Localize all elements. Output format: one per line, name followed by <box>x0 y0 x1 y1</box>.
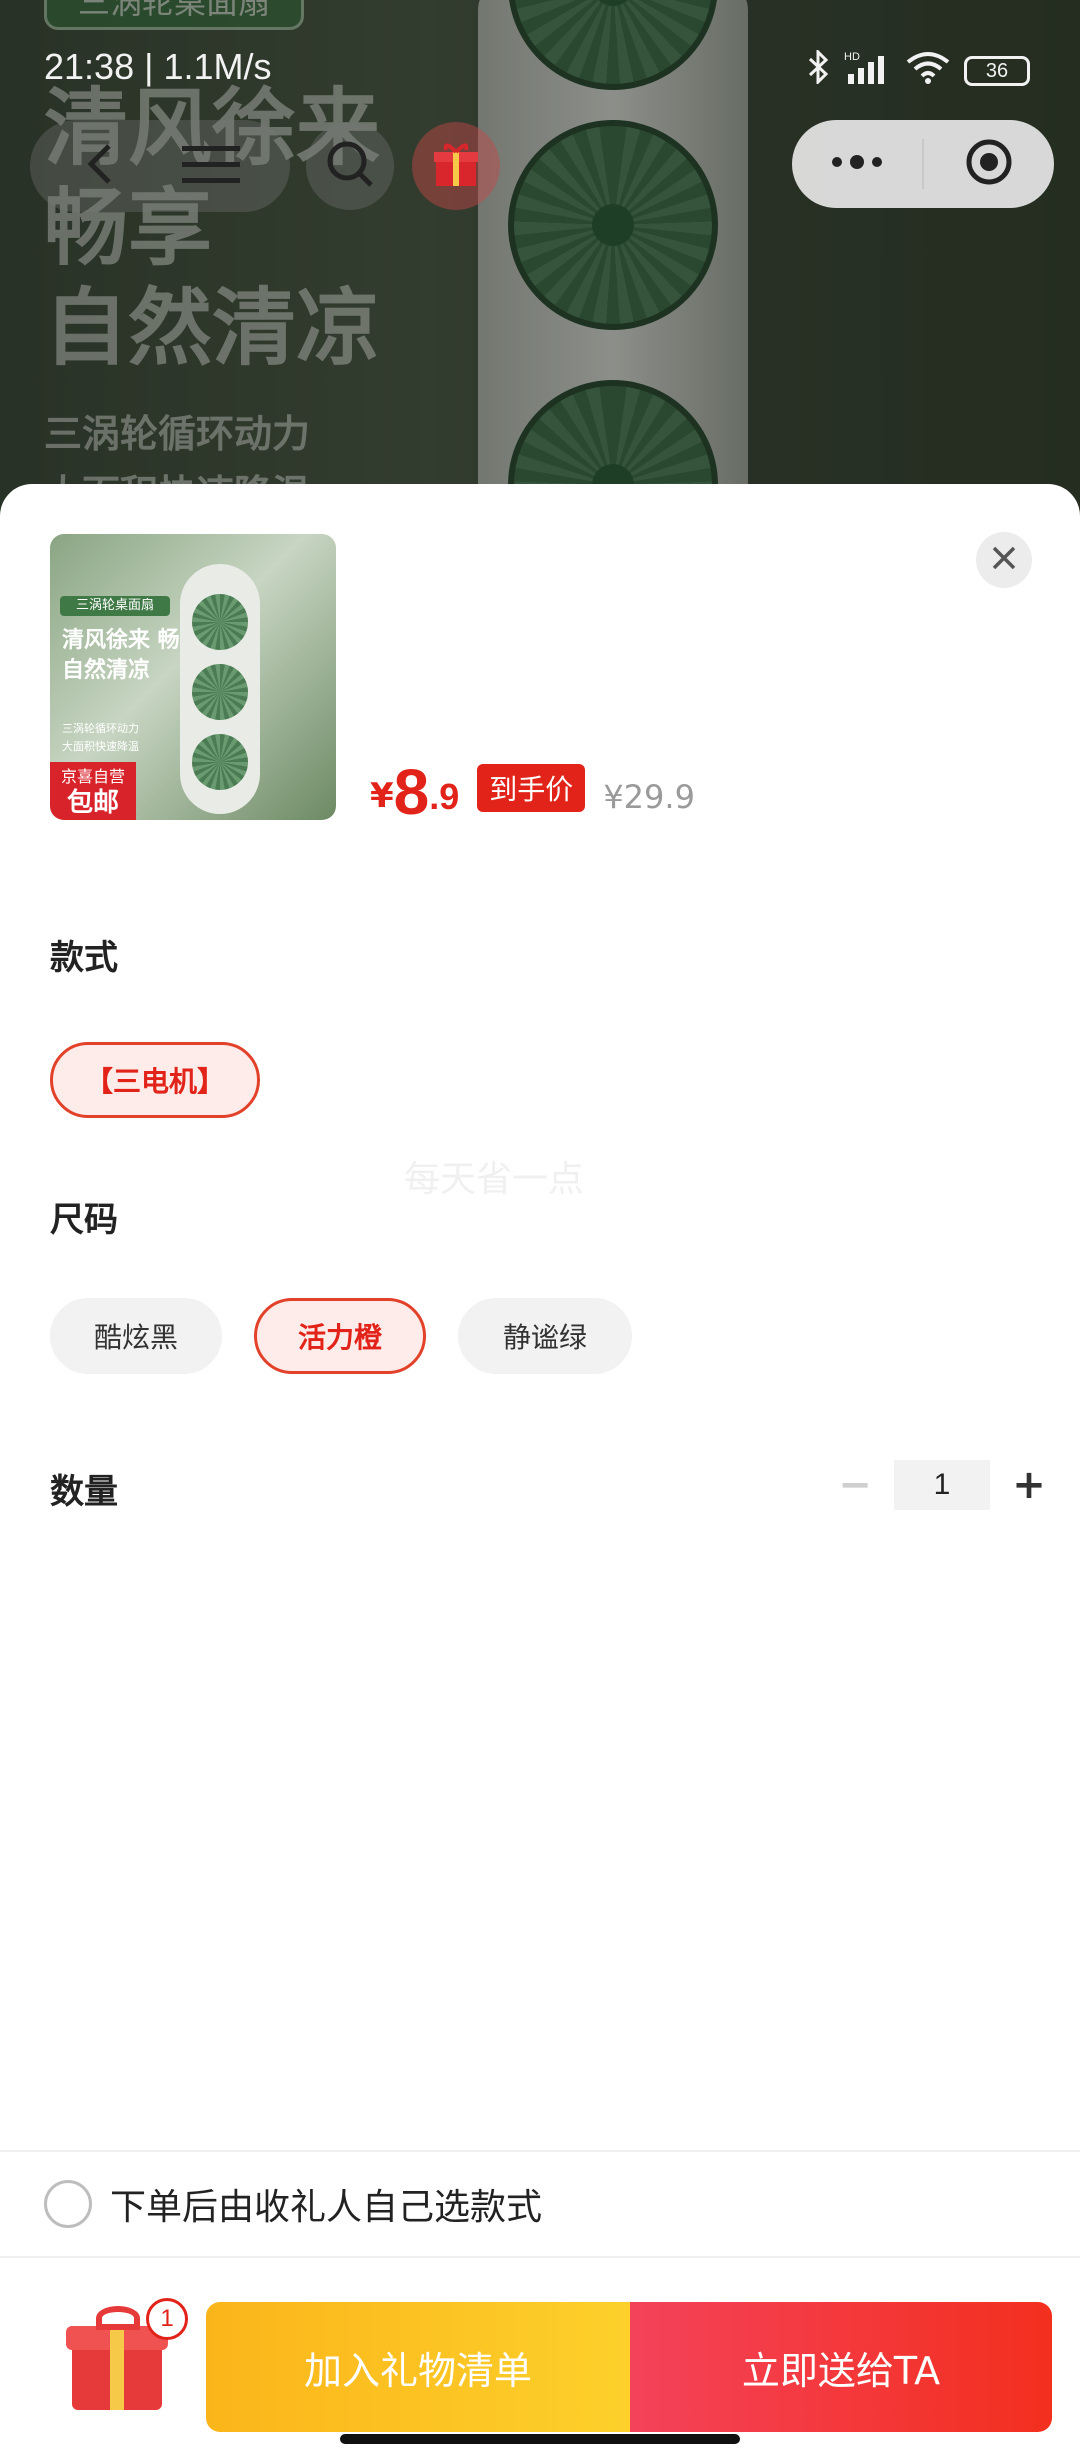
home-indicator[interactable] <box>340 2434 740 2444</box>
price-integer: 8 <box>393 756 430 828</box>
target-icon <box>964 137 1014 191</box>
back-icon[interactable] <box>81 142 121 190</box>
battery-icon: 36 <box>964 56 1030 86</box>
exit-button[interactable] <box>924 120 1054 208</box>
close-icon <box>991 545 1017 575</box>
price-decimal: .9 <box>429 776 460 817</box>
size-option-cool-black[interactable]: 酷炫黑 <box>50 1298 222 1374</box>
radio-button[interactable] <box>44 2180 92 2228</box>
price-row: ¥ 8 .9 到手价 ¥29.9 <box>370 760 695 824</box>
gift-icon <box>432 140 480 192</box>
status-icons: HD 36 <box>808 48 1030 92</box>
search-icon <box>325 139 375 193</box>
menu-icon[interactable] <box>181 144 240 188</box>
bluetooth-icon <box>808 48 830 92</box>
self-select-label: 下单后由收礼人自己选款式 <box>110 2187 543 2228</box>
decrease-button[interactable]: − <box>830 1460 880 1510</box>
quantity-stepper: − 1 + <box>830 1460 1054 1510</box>
signal-icon: HD <box>844 50 892 92</box>
watermark: 每天省一点 <box>404 1159 585 1200</box>
original-price: ¥29.9 <box>603 778 695 816</box>
more-button[interactable] <box>792 120 922 208</box>
gift-button[interactable] <box>412 122 500 210</box>
increase-button[interactable]: + <box>1004 1460 1054 1510</box>
search-button[interactable] <box>306 122 394 210</box>
size-section-title: 尺码 <box>50 1200 118 1240</box>
fan-image <box>180 564 260 814</box>
capsule-menu <box>792 120 1054 208</box>
send-now-button[interactable]: 立即送给TA <box>630 2302 1052 2432</box>
add-to-gift-list-button[interactable]: 加入礼物清单 <box>206 2302 630 2432</box>
style-option-three-motor[interactable]: 【三电机】 <box>50 1042 260 1118</box>
divider <box>0 2256 1080 2258</box>
size-option-vital-orange[interactable]: 活力橙 <box>254 1298 426 1374</box>
quantity-value[interactable]: 1 <box>894 1460 990 1510</box>
svg-text:HD: HD <box>844 51 860 63</box>
gift-list-button[interactable]: 1 <box>66 2298 188 2410</box>
status-time: 21:38 | 1.1M/s <box>44 46 272 87</box>
divider <box>0 2150 1080 2152</box>
size-option-calm-green[interactable]: 静谧绿 <box>458 1298 632 1374</box>
gift-count-badge: 1 <box>146 2298 188 2340</box>
close-button[interactable] <box>976 532 1032 588</box>
product-thumbnail[interactable]: 三涡轮桌面扇 清风徐来 畅享 自然清凉 三涡轮循环动力 大面积快速降温 京喜自营包… <box>50 534 336 820</box>
more-dots-icon <box>829 154 885 174</box>
sku-selection-sheet: 三涡轮桌面扇 清风徐来 畅享 自然清凉 三涡轮循环动力 大面积快速降温 京喜自营包… <box>0 484 1080 2460</box>
price-currency: ¥ <box>370 776 394 816</box>
nav-pill <box>30 120 290 212</box>
quantity-label: 数量 <box>50 1472 118 1512</box>
wifi-icon <box>906 50 950 92</box>
recipient-self-select[interactable]: 下单后由收礼人自己选款式 <box>44 2178 542 2230</box>
final-price-label: 到手价 <box>477 764 586 812</box>
style-section-title: 款式 <box>50 938 118 978</box>
free-shipping-badge: 京喜自营 包邮 <box>50 762 136 820</box>
